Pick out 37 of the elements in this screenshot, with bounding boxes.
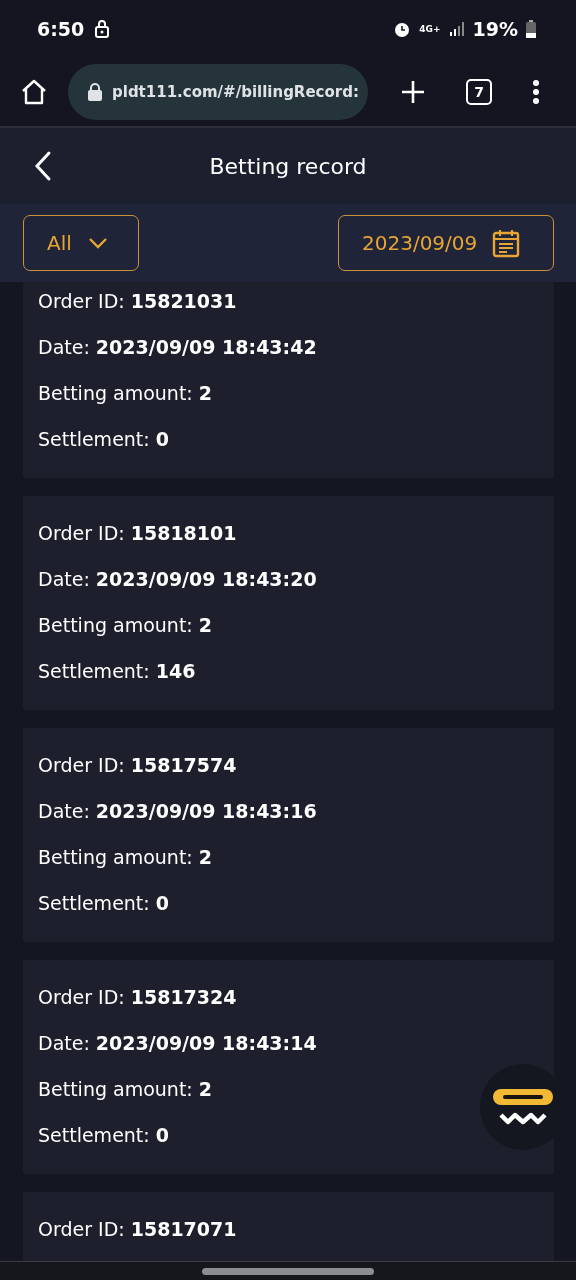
- record-field: Order ID: 15817324: [38, 974, 539, 1020]
- battery-icon: [526, 20, 536, 38]
- record-field: Settlement: 146: [38, 648, 539, 694]
- gesture-handle[interactable]: [202, 1267, 374, 1275]
- back-icon[interactable]: [33, 150, 53, 182]
- record-field: Settlement: 0: [38, 416, 539, 462]
- network-label: 4G+: [419, 24, 441, 34]
- record-field: Order ID: 15817574: [38, 742, 539, 788]
- lock-icon: [88, 83, 102, 101]
- record-field: Date: 2023/09/09 18:43:14: [38, 1020, 539, 1066]
- record-field: Order ID: 15818101: [38, 510, 539, 556]
- lock-icon: [94, 19, 111, 39]
- menu-icon[interactable]: [532, 79, 540, 105]
- record-field: Order ID: 15817071: [38, 1206, 539, 1252]
- record-field: Order ID: 15821031: [38, 282, 539, 324]
- record-field: Date: 2023/09/09 18:43:20: [38, 556, 539, 602]
- record-field: Betting amount: 2: [38, 1066, 539, 1112]
- home-icon[interactable]: [20, 78, 48, 106]
- record-field: Settlement: 0: [38, 880, 539, 926]
- url-text: pldt111.com/#/billingRecord:: [112, 83, 359, 101]
- record-field: Betting amount: 2: [38, 370, 539, 416]
- record-field: Date: 2023/09/09 18:43:16: [38, 788, 539, 834]
- signal-icon: [448, 21, 465, 37]
- tab-count-button[interactable]: 7: [466, 79, 492, 105]
- record-field: Betting amount: 2: [38, 602, 539, 648]
- type-dropdown[interactable]: All: [23, 215, 139, 271]
- date-picker[interactable]: 2023/09/09: [338, 215, 554, 271]
- battery-percent: 19%: [472, 18, 518, 40]
- record-field: Date: 2023/09/09 18:43:42: [38, 324, 539, 370]
- plus-icon[interactable]: [400, 79, 426, 105]
- status-time: 6:50: [37, 18, 85, 40]
- record-field: Betting amount: 2: [38, 834, 539, 880]
- page-title: Betting record: [208, 153, 368, 179]
- record-field: Settlement: 0: [38, 1112, 539, 1158]
- chevron-down-icon: [87, 237, 108, 249]
- address-bar[interactable]: pldt111.com/#/billingRecord:: [68, 64, 368, 120]
- calendar-icon: [491, 228, 522, 258]
